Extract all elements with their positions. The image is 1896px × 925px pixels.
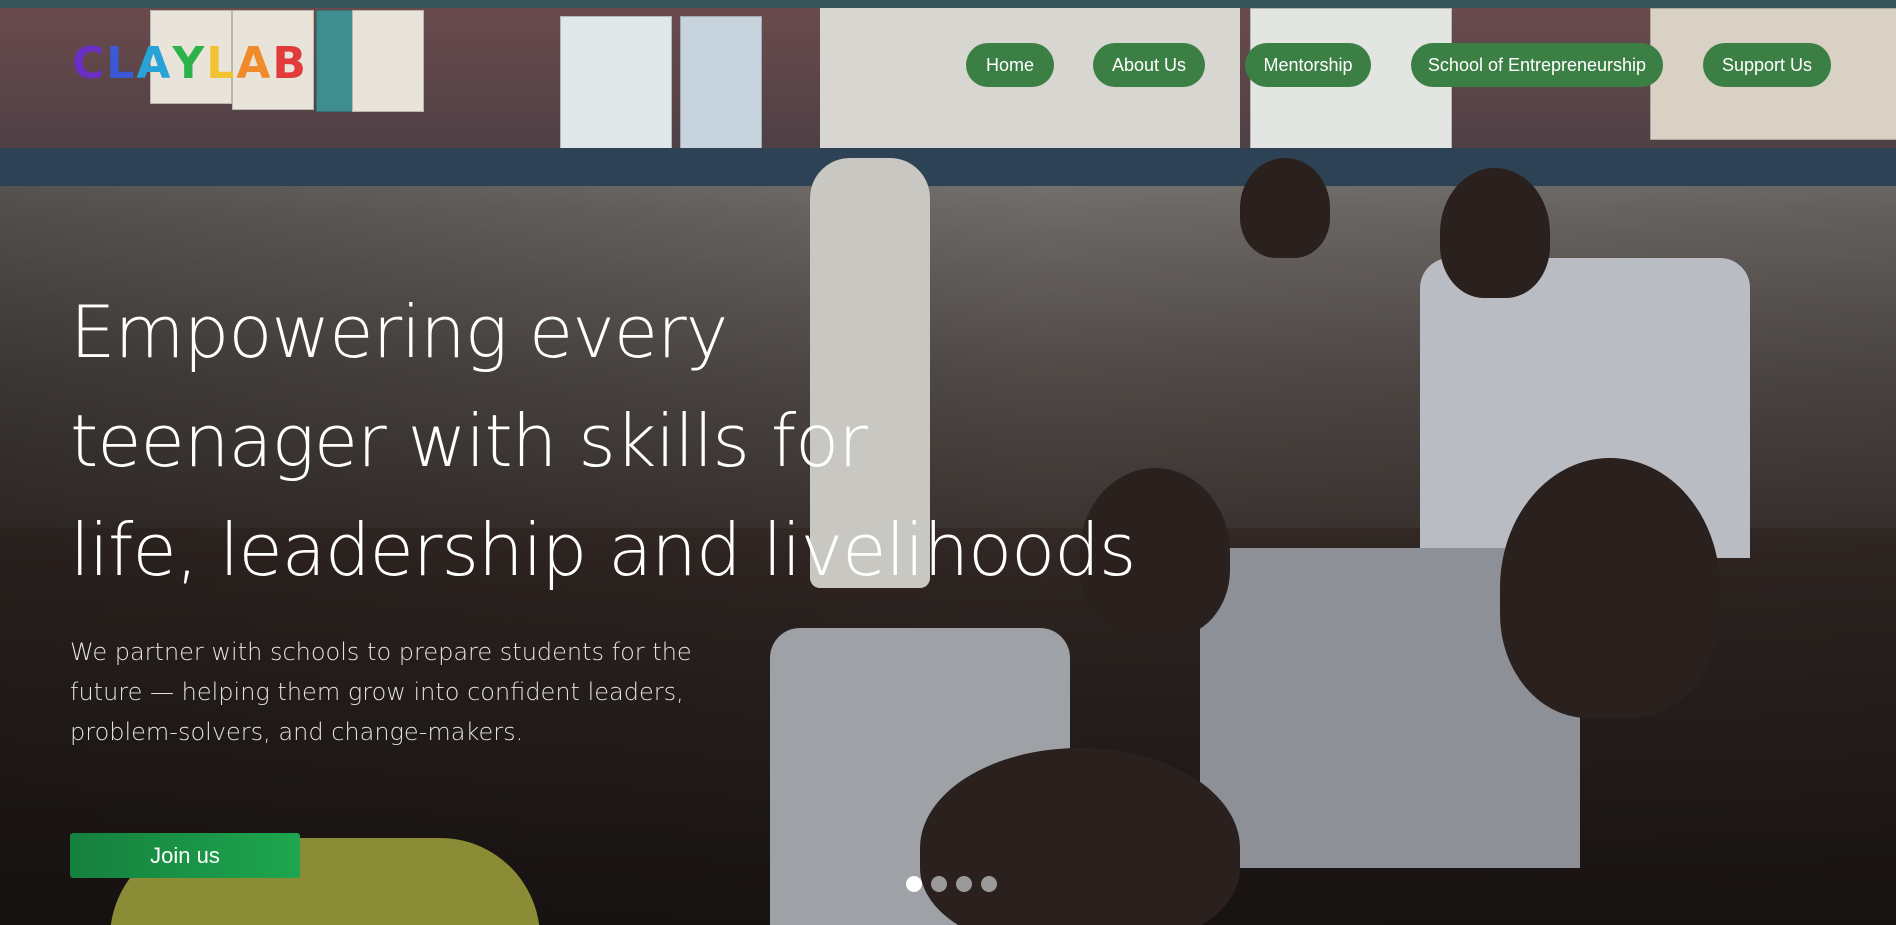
nav-mentorship-button[interactable]: Mentorship bbox=[1245, 43, 1371, 87]
subtext-line: We partner with schools to prepare stude… bbox=[70, 638, 692, 666]
whiteboard bbox=[820, 8, 1240, 168]
carousel-dot[interactable] bbox=[956, 876, 972, 892]
hero-subtext: We partner with schools to prepare stude… bbox=[70, 632, 750, 752]
headline-line: Empowering every bbox=[70, 290, 728, 374]
carousel-dot[interactable] bbox=[981, 876, 997, 892]
nav-about-us-button[interactable]: About Us bbox=[1093, 43, 1205, 87]
headline-line: life, leadership and livelihoods bbox=[70, 508, 1136, 592]
main-nav: Home About Us Mentorship School of Entre… bbox=[0, 43, 1896, 87]
subtext-line: future — helping them grow into confiden… bbox=[70, 678, 684, 706]
nav-home-button[interactable]: Home bbox=[966, 43, 1054, 87]
student-head bbox=[1500, 458, 1720, 718]
wall-band bbox=[0, 148, 1896, 186]
subtext-line: problem-solvers, and change-makers. bbox=[70, 718, 524, 746]
top-accent-bar bbox=[0, 0, 1896, 8]
headline-line: teenager with skills for bbox=[70, 399, 868, 483]
join-us-button[interactable]: Join us bbox=[70, 833, 300, 878]
hero-headline: Empowering every teenager with skills fo… bbox=[70, 278, 1230, 605]
student-head bbox=[1240, 158, 1330, 258]
student-head bbox=[1440, 168, 1550, 298]
nav-support-us-button[interactable]: Support Us bbox=[1703, 43, 1831, 87]
carousel-dot[interactable] bbox=[906, 876, 922, 892]
nav-school-of-entrepreneurship-button[interactable]: School of Entrepreneurship bbox=[1411, 43, 1663, 87]
carousel-dot[interactable] bbox=[931, 876, 947, 892]
